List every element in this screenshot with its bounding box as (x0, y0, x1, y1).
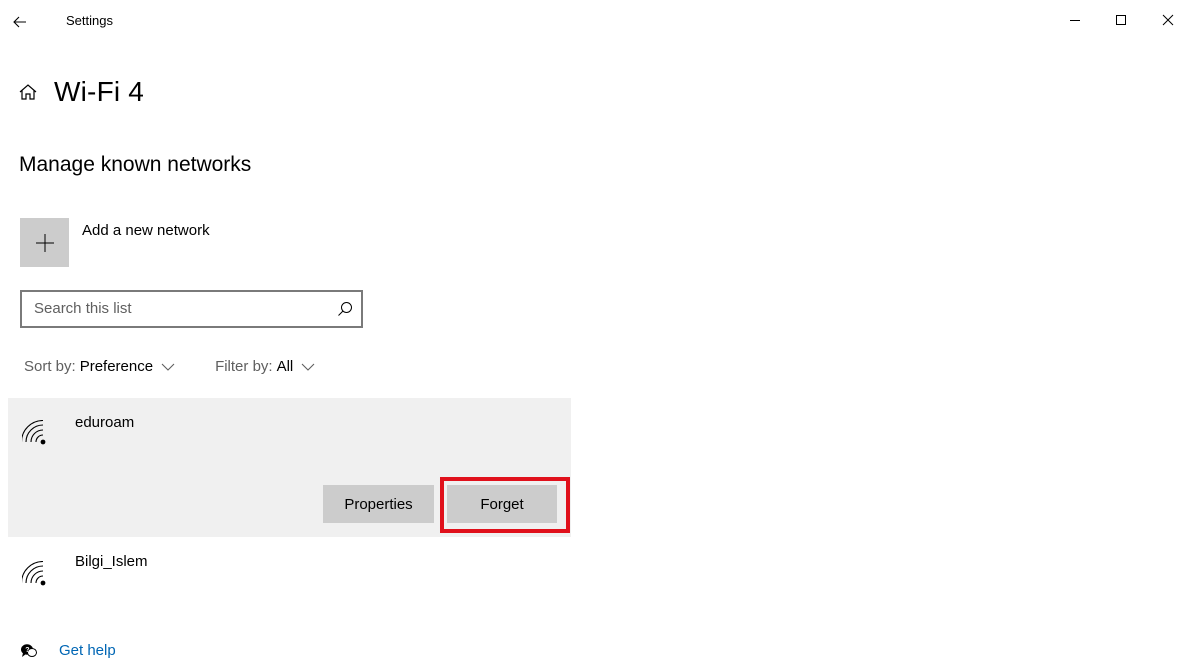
search-box[interactable] (20, 290, 363, 328)
network-item-eduroam[interactable]: eduroam Properties Forget (8, 398, 571, 537)
filter-value: All (276, 358, 294, 375)
minimize-icon (1070, 20, 1080, 21)
close-icon (1162, 14, 1174, 26)
add-network-tile[interactable] (20, 218, 69, 267)
page-title: Wi-Fi 4 (54, 76, 145, 107)
close-button[interactable] (1145, 0, 1191, 40)
page-header: Wi-Fi 4 (18, 70, 144, 114)
filter-dropdown[interactable]: Filter by: All (215, 358, 315, 375)
sort-dropdown[interactable]: Sort by: Preference (24, 358, 175, 375)
maximize-icon (1116, 15, 1126, 25)
minimize-button[interactable] (1052, 0, 1098, 40)
network-name: Bilgi_Islem (75, 553, 148, 570)
add-network-label: Add a new network (82, 222, 210, 239)
section-title: Manage known networks (19, 153, 252, 176)
app-title: Settings (66, 13, 113, 28)
chevron-down-icon (161, 363, 175, 371)
search-icon[interactable] (337, 301, 353, 317)
network-item-bilgi-islem[interactable]: Bilgi_Islem (8, 540, 571, 608)
add-network-button[interactable]: Add a new network (20, 218, 210, 267)
network-name: eduroam (75, 414, 135, 431)
home-icon[interactable] (18, 82, 38, 102)
wifi-icon (22, 420, 46, 445)
properties-button[interactable]: Properties (323, 485, 434, 523)
search-input[interactable] (34, 300, 324, 317)
get-help-link[interactable]: Get help (59, 642, 116, 659)
get-help[interactable]: ? Get help (20, 642, 116, 659)
filter-label: Filter by: (215, 358, 273, 375)
sort-label: Sort by: (24, 358, 76, 375)
chevron-down-icon (301, 363, 315, 371)
back-button[interactable] (0, 0, 40, 44)
wifi-icon (22, 561, 46, 586)
plus-icon (35, 233, 54, 252)
forget-button[interactable]: Forget (447, 485, 557, 523)
svg-text:?: ? (25, 647, 29, 654)
sort-filter-row: Sort by: Preference Filter by: All (24, 358, 315, 375)
title-bar: Settings (0, 0, 1191, 44)
back-arrow-icon (13, 16, 26, 28)
maximize-button[interactable] (1098, 0, 1144, 40)
sort-value: Preference (79, 358, 154, 375)
help-chat-icon: ? (21, 644, 37, 657)
